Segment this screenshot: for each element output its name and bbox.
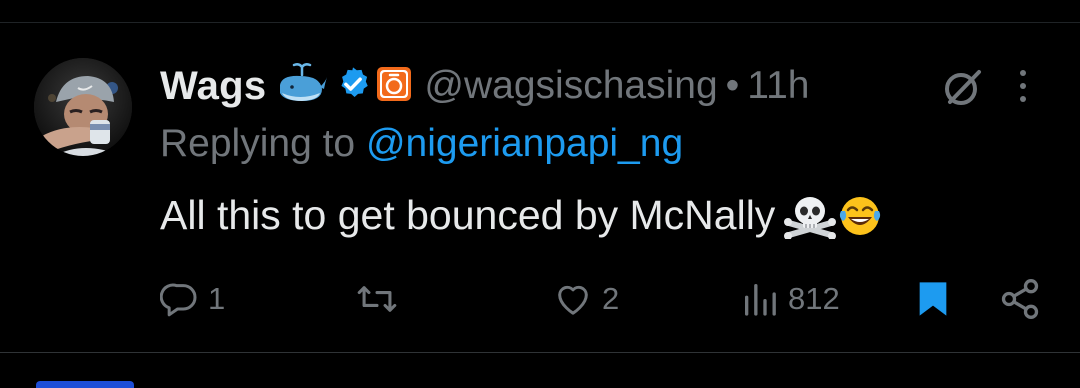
retweet-button[interactable]: [356, 276, 406, 322]
reply-count: 1: [208, 281, 226, 316]
heart-icon: [558, 285, 588, 315]
like-button[interactable]: 2: [552, 276, 619, 322]
verified-badge-icon[interactable]: [334, 65, 372, 108]
retweet-icon: [357, 286, 397, 312]
tears-of-joy-emoji-icon: [840, 196, 881, 235]
tweet-emojis: [783, 193, 883, 239]
views-button[interactable]: 812: [740, 276, 840, 322]
grok-icon[interactable]: [942, 66, 984, 113]
bookmark-icon: [919, 282, 947, 316]
views-count: 812: [788, 281, 840, 316]
reply-to-mention-link[interactable]: @nigerianpapi_ng: [366, 122, 683, 165]
like-count: 2: [602, 281, 620, 316]
next-item-edge: [36, 381, 134, 388]
reply-button[interactable]: 1: [160, 276, 225, 322]
more-vertical-icon[interactable]: [1016, 68, 1030, 109]
views-icon: [745, 284, 776, 316]
reply-icon: [160, 283, 197, 317]
bottom-divider: [0, 352, 1080, 353]
avatar-photo-icon: [34, 58, 132, 156]
tweet-timestamp[interactable]: 11h: [747, 64, 809, 108]
tweet-body-text: All this to get bounced by McNally: [160, 192, 776, 238]
author-handle[interactable]: @wagsischasing: [424, 64, 717, 108]
top-divider: [0, 22, 1080, 23]
whale-spouting-emoji-icon: [276, 62, 328, 110]
share-icon: [1001, 279, 1039, 319]
tweet-text: All this to get bounced by McNally: [160, 192, 883, 239]
tweet-header: Wags @wagsischasing • 11h: [160, 60, 809, 112]
skull-crossbones-emoji-icon: [784, 196, 837, 239]
affiliate-badge-icon[interactable]: [376, 66, 412, 107]
separator-dot: •: [725, 64, 740, 107]
replying-to-line: Replying to @nigerianpapi_ng: [160, 122, 683, 166]
bookmark-button[interactable]: [916, 276, 950, 322]
replying-to-label: Replying to: [160, 122, 356, 165]
author-display-name[interactable]: Wags: [160, 64, 266, 109]
share-button[interactable]: [998, 276, 1042, 322]
avatar[interactable]: [34, 58, 132, 156]
